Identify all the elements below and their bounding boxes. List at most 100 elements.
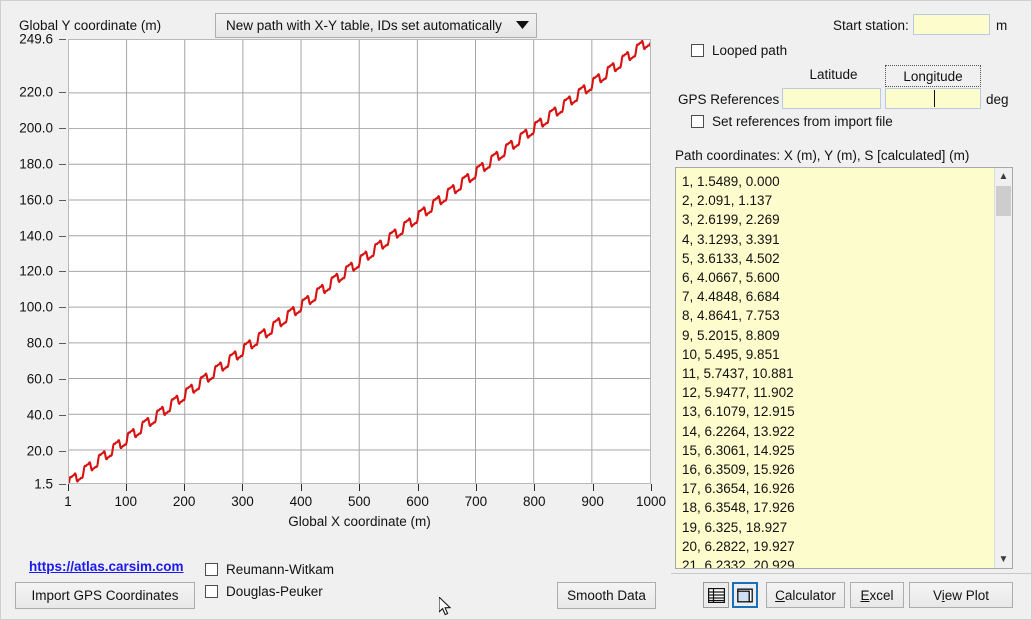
- y-tick-mark: [59, 379, 66, 381]
- divider: [671, 573, 1032, 574]
- y-tick-label: 80.0: [26, 335, 53, 351]
- scroll-down-icon[interactable]: ▼: [995, 551, 1012, 568]
- set-references-label: Set references from import file: [712, 114, 893, 129]
- scrollbar-thumb[interactable]: [996, 186, 1011, 216]
- listbox-scrollbar[interactable]: ▲ ▼: [994, 168, 1012, 568]
- window-panel-icon[interactable]: [732, 582, 758, 608]
- coordinate-row[interactable]: 10, 5.495, 9.851: [682, 345, 994, 364]
- scroll-up-icon[interactable]: ▲: [995, 168, 1012, 185]
- looped-path-checkbox[interactable]: Looped path: [691, 43, 787, 58]
- y-tick-label: 220.0: [19, 84, 53, 100]
- longitude-header[interactable]: Longitude: [885, 65, 981, 87]
- x-tick-mark: [242, 484, 244, 491]
- checkbox-box: [205, 585, 218, 598]
- path-editor-window: Global Y coordinate (m) New path with X-…: [0, 0, 1032, 620]
- x-tick-label: 200: [172, 494, 196, 509]
- excel-button[interactable]: Excel: [850, 582, 904, 608]
- coordinate-row[interactable]: 21, 6.2332, 20.929: [682, 556, 994, 568]
- coordinate-row[interactable]: 7, 4.4848, 6.684: [682, 287, 994, 306]
- y-tick-mark: [59, 127, 66, 129]
- import-gps-coordinates-button[interactable]: Import GPS Coordinates: [15, 582, 195, 609]
- start-station-input[interactable]: [913, 14, 990, 35]
- y-tick-label: 100.0: [19, 299, 53, 315]
- y-tick-mark: [59, 163, 66, 165]
- coordinate-row[interactable]: 6, 4.0667, 5.600: [682, 268, 994, 287]
- x-tick-label: 500: [347, 494, 371, 509]
- coordinate-row[interactable]: 2, 2.091, 1.137: [682, 191, 994, 210]
- y-tick-label: 180.0: [19, 156, 53, 172]
- chevron-down-icon: [508, 21, 536, 30]
- x-tick-label: 900: [581, 494, 604, 509]
- y-tick-mark: [59, 92, 66, 94]
- x-tick-mark: [300, 484, 302, 491]
- y-tick-mark: [59, 414, 66, 416]
- path-coordinates-listbox[interactable]: 1, 1.5489, 0.000 2, 2.091, 1.137 3, 2.6199…: [675, 167, 1013, 569]
- coordinate-row[interactable]: 20, 6.2822, 19.927: [682, 537, 994, 556]
- y-tick-label: 120.0: [19, 263, 53, 279]
- atlas-link[interactable]: https://atlas.carsim.com: [29, 559, 184, 574]
- y-tick-mark: [59, 307, 66, 309]
- coordinate-rows: 1, 1.5489, 0.000 2, 2.091, 1.137 3, 2.6199…: [676, 168, 994, 568]
- latitude-input[interactable]: [782, 88, 881, 109]
- reumann-witkam-label: Reumann-Witkam: [226, 562, 335, 577]
- coordinate-row[interactable]: 9, 5.2015, 8.809: [682, 326, 994, 345]
- x-tick-label: 100: [114, 494, 138, 509]
- x-tick-mark: [651, 484, 652, 491]
- coordinate-row[interactable]: 18, 6.3548, 17.926: [682, 498, 994, 517]
- x-tick-label: 1: [64, 494, 72, 509]
- x-axis-title: Global X coordinate (m): [288, 514, 431, 529]
- douglas-peuker-checkbox[interactable]: Douglas-Peuker: [205, 584, 323, 599]
- smooth-data-button[interactable]: Smooth Data: [557, 582, 656, 609]
- y-tick-label: 200.0: [19, 120, 53, 136]
- plot-container: 1.5 20.0 40.0 60.0 80.0 100.0 120.0 140.0 160.0 1…: [1, 31, 669, 541]
- x-tick-mark: [125, 484, 127, 491]
- view-plot-label: View Plot: [932, 587, 990, 603]
- x-tick-mark: [534, 484, 536, 491]
- coordinate-row[interactable]: 15, 6.3061, 14.925: [682, 441, 994, 460]
- y-tick-mark: [59, 343, 66, 345]
- set-references-checkbox[interactable]: Set references from import file: [691, 114, 893, 129]
- coordinate-row[interactable]: 12, 5.9477, 11.902: [682, 383, 994, 402]
- degrees-unit: deg: [986, 92, 1009, 107]
- x-tick-label: 400: [289, 494, 313, 509]
- x-tick-mark: [475, 484, 477, 491]
- coordinate-row[interactable]: 17, 6.3654, 16.926: [682, 479, 994, 498]
- excel-label: Excel: [860, 587, 894, 603]
- checkbox-box: [205, 563, 218, 576]
- text-cursor: [934, 90, 935, 107]
- reumann-witkam-checkbox[interactable]: Reumann-Witkam: [205, 562, 334, 577]
- y-tick-label: 140.0: [19, 228, 53, 244]
- coordinate-row[interactable]: 3, 2.6199, 2.269: [682, 210, 994, 229]
- longitude-input[interactable]: [885, 88, 981, 109]
- coordinate-row[interactable]: 1, 1.5489, 0.000: [682, 172, 994, 191]
- y-tick-label: 160.0: [19, 192, 53, 208]
- x-tick-mark: [68, 484, 69, 491]
- mouse-cursor: [438, 595, 453, 620]
- y-tick-mark: [59, 199, 66, 201]
- start-station-label: Start station:: [833, 18, 909, 33]
- plot-canvas: [68, 39, 651, 484]
- calculator-label: Calculator: [775, 587, 836, 603]
- coordinate-row[interactable]: 14, 6.2264, 13.922: [682, 422, 994, 441]
- coordinate-row[interactable]: 16, 6.3509, 15.926: [682, 460, 994, 479]
- y-tick-mark: [59, 450, 66, 452]
- coordinate-row[interactable]: 5, 3.6133, 4.502: [682, 249, 994, 268]
- table-grid-icon[interactable]: [703, 582, 729, 608]
- y-axis-labels: 1.5 20.0 40.0 60.0 80.0 100.0 120.0 140.0 160.0 1…: [1, 31, 66, 501]
- x-tick-label: 1000: [635, 494, 667, 509]
- x-tick-label: 800: [523, 494, 546, 509]
- x-tick-mark: [184, 484, 186, 491]
- coordinate-row[interactable]: 13, 6.1079, 12.915: [682, 402, 994, 421]
- coordinate-row[interactable]: 8, 4.8641, 7.753: [682, 306, 994, 325]
- x-tick-label: 300: [231, 494, 254, 509]
- coordinate-row[interactable]: 11, 5.7437, 10.881: [682, 364, 994, 383]
- x-tick-mark: [592, 484, 594, 491]
- view-plot-button[interactable]: View Plot: [909, 582, 1013, 608]
- coordinate-row[interactable]: 19, 6.325, 18.927: [682, 518, 994, 537]
- coordinate-row[interactable]: 4, 3.1293, 3.391: [682, 230, 994, 249]
- gps-references-label: GPS References: [678, 92, 780, 107]
- x-tick-label: 600: [406, 494, 429, 509]
- latitude-header: Latitude: [809, 67, 858, 82]
- calculator-button[interactable]: Calculator: [766, 582, 845, 608]
- y-tick-label: 20.0: [26, 443, 53, 459]
